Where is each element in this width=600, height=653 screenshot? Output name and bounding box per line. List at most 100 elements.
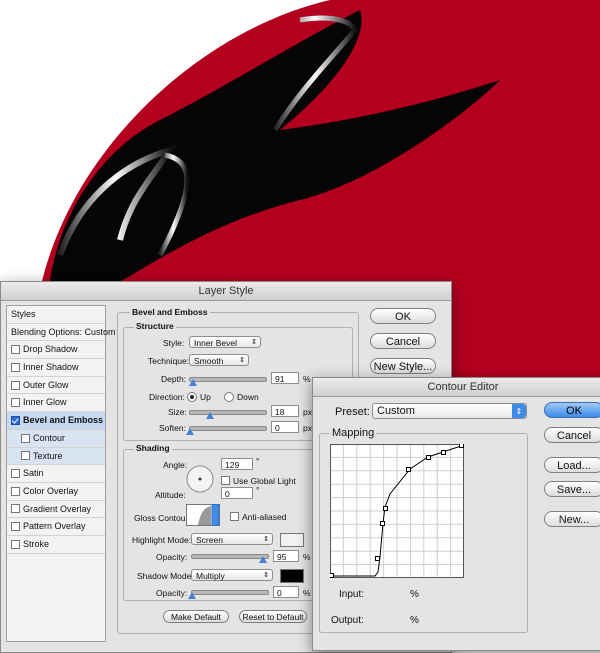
- shadow-color-swatch[interactable]: [280, 569, 304, 583]
- style-label: Style:: [163, 338, 185, 348]
- mapping-label: Mapping: [330, 427, 377, 439]
- preset-popup[interactable]: Custom ⇕: [372, 403, 527, 419]
- styles-list-item[interactable]: Outer Glow: [7, 377, 105, 395]
- highlight-opacity-unit: %: [303, 552, 311, 562]
- styles-list-item-label: Stroke: [23, 538, 50, 549]
- size-slider[interactable]: [189, 410, 267, 415]
- chevron-updown-icon: ⇕: [251, 339, 257, 346]
- style-checkbox[interactable]: [11, 345, 20, 355]
- style-checkbox[interactable]: [11, 486, 20, 496]
- highlight-color-swatch[interactable]: [280, 533, 304, 547]
- shading-title: Shading: [134, 443, 172, 453]
- make-default-button[interactable]: Make Default: [163, 610, 229, 623]
- highlight-opacity-thumb[interactable]: [259, 556, 267, 563]
- styles-list-item-label: Inner Shadow: [23, 362, 79, 373]
- style-checkbox[interactable]: [11, 380, 20, 390]
- styles-list-item[interactable]: Satin: [7, 465, 105, 483]
- new-style-button[interactable]: New Style...: [370, 358, 436, 374]
- style-checkbox[interactable]: [11, 539, 20, 549]
- highlight-opacity-field[interactable]: 95: [273, 550, 299, 562]
- highlight-opacity-slider[interactable]: [191, 554, 269, 559]
- styles-list-item-label: Color Overlay: [23, 485, 79, 496]
- ok-button[interactable]: OK: [370, 308, 436, 324]
- contour-save-button[interactable]: Save...: [544, 481, 600, 497]
- anti-aliased-checkbox[interactable]: [230, 512, 239, 521]
- size-label: Size:: [168, 407, 187, 417]
- styles-list-item-label: Gradient Overlay: [23, 503, 92, 514]
- shadow-opacity-slider[interactable]: [191, 590, 269, 595]
- style-checkbox[interactable]: [11, 469, 20, 479]
- styles-list-item[interactable]: Pattern Overlay: [7, 518, 105, 536]
- depth-slider[interactable]: [189, 377, 267, 382]
- preset-value: Custom: [377, 405, 415, 417]
- direction-up-label: Up: [200, 392, 211, 402]
- contour-new-button[interactable]: New...: [544, 511, 600, 527]
- styles-list-item[interactable]: Inner Glow: [7, 394, 105, 413]
- styles-list-item[interactable]: Drop Shadow: [7, 341, 105, 360]
- contour-ok-button[interactable]: OK: [544, 402, 600, 418]
- altitude-field[interactable]: 0: [221, 487, 253, 499]
- styles-list-item[interactable]: Stroke: [7, 536, 105, 554]
- contour-cancel-button[interactable]: Cancel: [544, 427, 600, 443]
- shadow-mode-value: Multiply: [196, 571, 225, 581]
- direction-up-radio[interactable]: [187, 392, 197, 402]
- gloss-contour-preview[interactable]: [186, 504, 220, 526]
- depth-field[interactable]: 91: [271, 372, 299, 384]
- shadow-mode-label: Shadow Mode:: [137, 571, 194, 581]
- styles-list-item-label: Inner Glow: [23, 397, 67, 408]
- style-popup[interactable]: Inner Bevel ⇕: [189, 336, 261, 348]
- angle-dial[interactable]: [185, 464, 215, 494]
- styles-list-item-label: Outer Glow: [23, 379, 69, 390]
- styles-list-item[interactable]: Gradient Overlay: [7, 501, 105, 519]
- size-field[interactable]: 18: [271, 405, 299, 417]
- shadow-opacity-thumb[interactable]: [188, 592, 196, 599]
- technique-popup[interactable]: Smooth ⇕: [189, 354, 249, 366]
- styles-list-item[interactable]: Bevel and Emboss: [7, 412, 105, 430]
- preset-label: Preset:: [335, 406, 370, 418]
- styles-list-item[interactable]: Contour: [7, 429, 105, 448]
- style-checkbox[interactable]: [11, 522, 20, 532]
- contour-curve-graph[interactable]: [330, 444, 464, 578]
- angle-field[interactable]: 129: [221, 458, 253, 470]
- style-checkbox[interactable]: [11, 504, 20, 514]
- chevron-updown-icon: ⇕: [263, 572, 269, 579]
- size-slider-thumb[interactable]: [206, 412, 214, 419]
- style-checkbox[interactable]: [11, 415, 20, 425]
- soften-slider-thumb[interactable]: [186, 428, 194, 435]
- styles-list-item-label: Pattern Overlay: [23, 521, 86, 532]
- layer-style-title: Layer Style: [1, 282, 451, 301]
- cancel-button[interactable]: Cancel: [370, 333, 436, 349]
- shadow-opacity-field[interactable]: 0: [273, 586, 299, 598]
- direction-label: Direction:: [149, 392, 185, 402]
- styles-list-item[interactable]: Styles: [7, 306, 105, 324]
- styles-list-item[interactable]: Texture: [7, 447, 105, 466]
- direction-down-radio[interactable]: [224, 392, 234, 402]
- styles-list-item[interactable]: Inner Shadow: [7, 359, 105, 377]
- direction-down-label: Down: [237, 392, 259, 402]
- shadow-mode-popup[interactable]: Multiply ⇕: [191, 569, 273, 581]
- altitude-label: Altitude:: [155, 490, 186, 500]
- soften-slider[interactable]: [189, 426, 267, 431]
- size-unit: px: [303, 407, 312, 417]
- soften-field[interactable]: 0: [271, 421, 299, 433]
- styles-list-item-label: Styles: [11, 309, 36, 319]
- style-checkbox[interactable]: [11, 362, 20, 372]
- depth-unit: %: [303, 374, 311, 384]
- style-checkbox[interactable]: [21, 451, 30, 461]
- style-checkbox[interactable]: [21, 433, 30, 443]
- technique-value: Smooth: [194, 356, 224, 366]
- soften-unit: px: [303, 423, 312, 433]
- contour-load-button[interactable]: Load...: [544, 457, 600, 473]
- contour-editor-dialog: Contour Editor Preset: Custom ⇕ Mapping …: [312, 377, 600, 651]
- styles-list-item[interactable]: Blending Options: Custom: [7, 323, 116, 342]
- styles-list: Styles Blending Options: Custom Drop Shado…: [6, 305, 116, 642]
- style-checkbox[interactable]: [11, 398, 20, 408]
- styles-list-item-label: Contour: [33, 432, 66, 443]
- highlight-mode-popup[interactable]: Screen ⇕: [191, 533, 273, 545]
- depth-slider-thumb[interactable]: [189, 379, 197, 386]
- styles-list-item-label: Satin: [23, 468, 44, 479]
- styles-list-item[interactable]: Color Overlay: [7, 483, 105, 501]
- global-light-checkbox[interactable]: [221, 476, 230, 485]
- reset-to-default-button[interactable]: Reset to Default: [239, 610, 307, 623]
- output-unit: %: [410, 615, 419, 626]
